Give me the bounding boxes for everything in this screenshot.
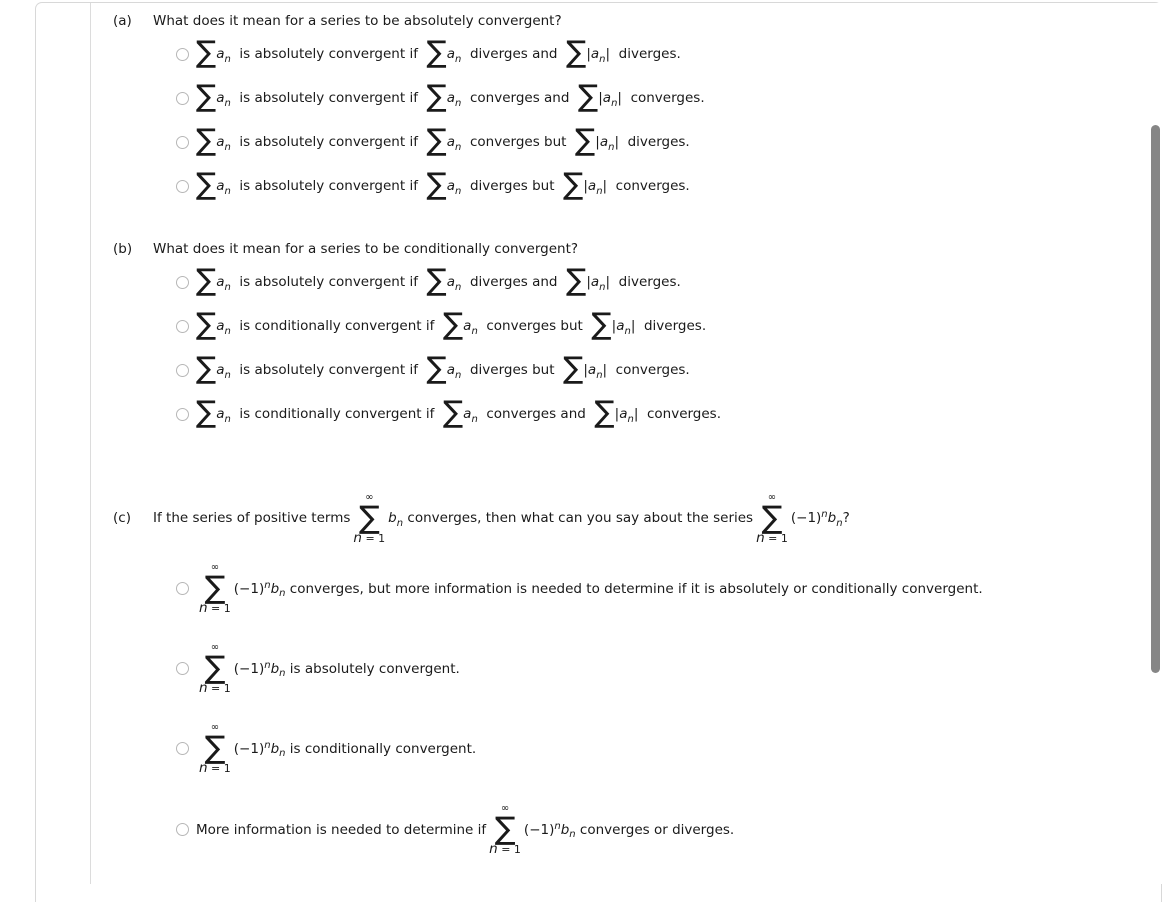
choice-c2[interactable]: ∞ ∑ n = 1 (−1)nbn is absolutely converge… [0,642,1170,696]
question-prompt-c: (c) If the series of positive terms ∞ ∑ … [0,492,1150,546]
choice-c3-text: ∞ ∑ n = 1 (−1)nbn is conditionally conve… [199,722,477,776]
choice-c2-label: is absolutely convergent. [289,660,460,677]
summation-alt-bn: ∞ ∑ n = 1 [756,493,788,546]
radio-c1[interactable] [176,582,189,595]
choice-b1[interactable]: ∑an is absolutely convergent if ∑an dive… [0,263,1170,298]
choice-b3[interactable]: ∑an is absolutely convergent if ∑an dive… [0,351,1170,386]
radio-a4[interactable] [176,179,189,193]
sigma-icon: ∑ [494,811,516,847]
choice-c4-trail: converges or diverges. [579,821,735,838]
choice-a3[interactable]: ∑an is absolutely convergent if ∑an conv… [0,123,1170,158]
question-part-b: (b) What does it mean for a series to be… [0,241,1150,258]
summation-bn: ∞ ∑ n = 1 [353,493,386,546]
choice-c4-lead: More information is needed to determine … [196,821,487,838]
summation-alt-bn: ∞ ∑ n = 1 [489,804,521,857]
radio-c2[interactable] [176,662,189,675]
choice-c2-text: ∞ ∑ n = 1 (−1)nbn is absolutely converge… [199,642,460,696]
sigma-icon: ∑ [204,650,226,686]
part-label-a: (a) [113,13,132,29]
choice-c4-text: More information is needed to determine … [196,803,735,857]
choice-c3[interactable]: ∞ ∑ n = 1 (−1)nbn is conditionally conve… [0,722,1170,776]
radio-b1[interactable] [176,275,189,289]
sum-lower-limit: n = 1 [489,841,521,857]
summation-alt-bn: ∞ ∑ n = 1 [199,723,231,776]
part-label-c: (c) [113,510,131,527]
choice-c1-text: ∞ ∑ n = 1 (−1)nbn converges, but more in… [199,562,983,616]
sigma-icon: ∑ [358,500,380,536]
choice-c1[interactable]: ∞ ∑ n = 1 (−1)nbn converges, but more in… [0,562,1170,616]
radio-c4[interactable] [176,823,189,836]
choice-a2-text: ∑an is absolutely convergent if ∑an conv… [196,79,705,114]
choice-c1-label: converges, but more information is neede… [289,580,983,597]
radio-a1[interactable] [176,47,189,61]
choice-b4[interactable]: ∑an is conditionally convergent if ∑an c… [0,395,1170,430]
radio-b3[interactable] [176,363,189,377]
choice-b2-text: ∑an is conditionally convergent if ∑an c… [196,307,707,342]
sum-lower-limit: n = 1 [199,600,231,616]
sum-lower-limit: n = 1 [199,760,231,776]
question-part-a: (a) What does it mean for a series to be… [0,13,1150,30]
choice-a3-text: ∑an is absolutely convergent if ∑an conv… [196,123,690,158]
radio-b4[interactable] [176,407,189,421]
part-c-middle: converges, then what can you say about t… [407,510,754,527]
part-c-trail: ? [842,510,850,527]
sigma-icon: ∑ [204,730,226,766]
question-prompt-a: (a) What does it mean for a series to be… [0,13,1150,30]
radio-a2[interactable] [176,91,189,105]
choice-b4-text: ∑an is conditionally convergent if ∑an c… [196,395,722,430]
part-c-lead: If the series of positive terms [153,510,351,527]
part-question-b: What does it mean for a series to be con… [153,241,579,257]
radio-b2[interactable] [176,319,189,333]
choice-b2[interactable]: ∑an is conditionally convergent if ∑an c… [0,307,1170,342]
choice-b3-text: ∑an is absolutely convergent if ∑an dive… [196,351,690,386]
choice-c4[interactable]: More information is needed to determine … [0,803,1170,857]
question-part-c: (c) If the series of positive terms ∞ ∑ … [0,492,1150,546]
summation-alt-bn: ∞ ∑ n = 1 [199,563,231,616]
sum-lower-limit: n = 1 [199,680,231,696]
summation-alt-bn: ∞ ∑ n = 1 [199,643,231,696]
choice-a4-text: ∑an is absolutely convergent if ∑an dive… [196,167,690,202]
choice-a1-text: ∑an is absolutely convergent if ∑an dive… [196,35,681,70]
sigma-icon: ∑ [761,500,783,536]
radio-a3[interactable] [176,135,189,149]
choice-a1[interactable]: ∑an is absolutely convergent if ∑an dive… [0,35,1170,70]
question-prompt-b: (b) What does it mean for a series to be… [0,241,1150,258]
choice-b1-text: ∑an is absolutely convergent if ∑an dive… [196,263,681,298]
sigma-icon: ∑ [204,570,226,606]
choice-a4[interactable]: ∑an is absolutely convergent if ∑an dive… [0,167,1170,202]
question-content: (a) What does it mean for a series to be… [0,0,1170,884]
sum-lower-limit: n = 1 [756,530,788,546]
radio-c3[interactable] [176,742,189,755]
part-question-c: If the series of positive terms ∞ ∑ n = … [153,492,850,546]
part-label-b: (b) [113,241,133,257]
choice-a2[interactable]: ∑an is absolutely convergent if ∑an conv… [0,79,1170,114]
part-question-a: What does it mean for a series to be abs… [153,13,562,29]
choice-c3-label: is conditionally convergent. [289,740,477,757]
sum-lower-limit: n = 1 [353,530,386,546]
